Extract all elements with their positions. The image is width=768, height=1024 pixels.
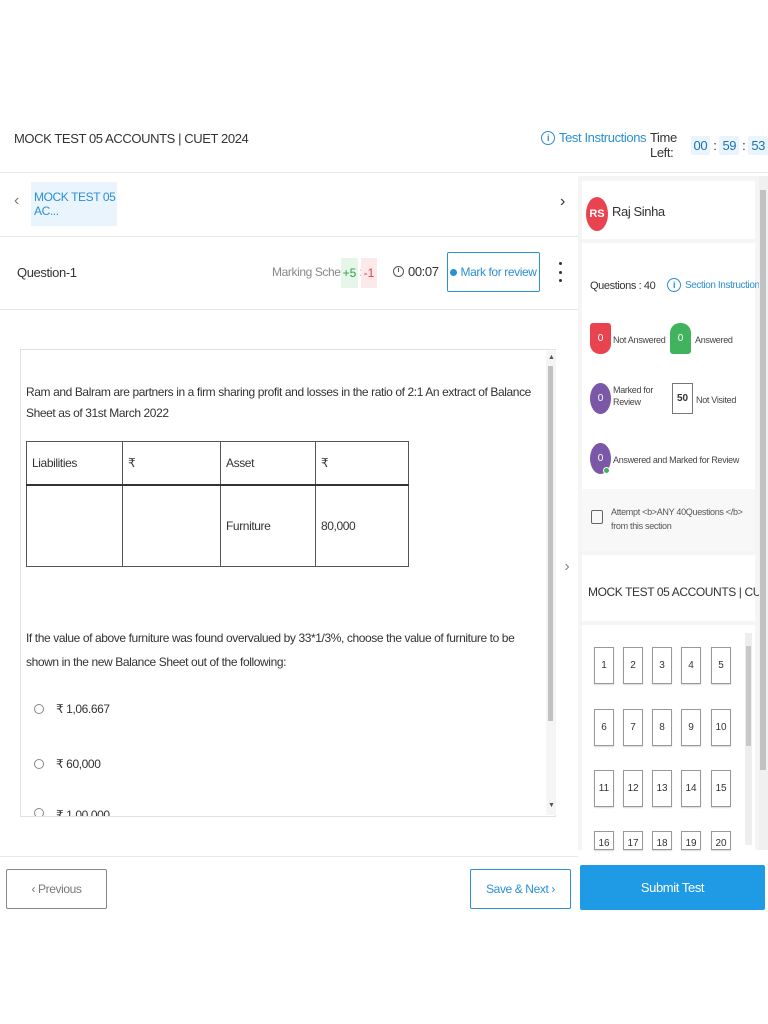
positive-marks: +5 [341, 258, 358, 288]
palette-question-button[interactable]: 9 [681, 709, 701, 746]
palette-question-button[interactable]: 12 [623, 770, 643, 807]
answered-dot-icon [603, 467, 610, 474]
question-prompt: If the value of above furniture was foun… [26, 631, 515, 669]
palette-question-button[interactable]: 17 [623, 831, 643, 850]
chevron-right-icon[interactable]: › [560, 193, 565, 211]
info-icon: i [667, 278, 681, 292]
balance-sheet-table: Liabilities ₹ Asset ₹ Furniture 80,000 [26, 441, 409, 567]
table-header: ₹ [122, 441, 221, 486]
palette-question-button[interactable]: 1 [594, 647, 614, 684]
palette-question-button[interactable]: 10 [711, 709, 731, 746]
previous-button[interactable]: ‹ Previous [6, 869, 107, 909]
table-header: Asset [220, 441, 316, 486]
palette-question-button[interactable]: 18 [652, 831, 672, 850]
palette-question-button[interactable]: 16 [594, 831, 614, 850]
question-timer-value: 00:07 [408, 264, 439, 279]
not-answered-label: Not Answered [613, 335, 666, 345]
palette-question-button[interactable]: 13 [652, 770, 672, 807]
palette-question-button[interactable]: 2 [623, 647, 643, 684]
table-header: ₹ [315, 441, 409, 486]
answered-marked-label: Answered and Marked for Review [613, 455, 740, 465]
scroll-up-icon[interactable]: ▲ [548, 354, 555, 361]
test-instructions-link[interactable]: i Test Instructions [541, 130, 647, 145]
option-label: ₹ 1,00,000 [56, 808, 110, 816]
answered-label: Answered [695, 335, 733, 345]
table-cell: 80,000 [315, 484, 409, 567]
time-left: Time Left: 00 : 59 : 53 [650, 130, 768, 160]
questions-count: Questions : 40 [590, 280, 656, 292]
more-options-icon[interactable] [556, 262, 564, 282]
tab-section[interactable]: MOCK TEST 05 AC... [31, 182, 117, 226]
palette-question-button[interactable]: 5 [711, 647, 731, 684]
test-instructions-label: Test Instructions [559, 130, 647, 145]
question-text: Ram and Balram are partners in a firm sh… [26, 385, 531, 420]
mark-for-review-label: Mark for review [460, 265, 537, 279]
palette-question-button[interactable]: 8 [652, 709, 672, 746]
table-cell [122, 484, 221, 567]
option-2[interactable]: ₹ 60,000 [34, 757, 101, 771]
answered-badge: 0 [670, 323, 691, 354]
collapse-panel-icon[interactable]: › [557, 552, 577, 582]
palette-question-button[interactable]: 4 [681, 647, 701, 684]
time-seconds: 53 [748, 135, 768, 155]
time-left-label: Time Left: [650, 130, 677, 160]
radio-button[interactable] [34, 759, 44, 769]
not-visited-label: Not Visited [696, 395, 737, 405]
table-row: Furniture 80,000 [26, 484, 409, 567]
negative-marks: -1 [361, 258, 377, 288]
avatar: RS [586, 197, 608, 231]
clock-icon [393, 266, 404, 277]
mark-for-review-button[interactable]: Mark for review [447, 252, 540, 292]
time-minutes: 59 [719, 135, 740, 155]
question-timer: 00:07 [393, 264, 439, 279]
user-card [582, 181, 755, 239]
info-icon: i [541, 130, 555, 145]
palette-question-button[interactable]: 20 [711, 831, 731, 850]
table-cell: Furniture [220, 484, 316, 567]
option-1[interactable]: ₹ 1,06.667 [34, 702, 110, 716]
bookmark-icon [450, 268, 458, 276]
palette-question-button[interactable]: 11 [594, 770, 614, 807]
chevron-right-icon: › [548, 882, 555, 896]
palette-section-name[interactable]: MOCK TEST 05 ACCOUNTS | CUET 2... [588, 585, 768, 599]
marked-for-review-badge: 0 [590, 383, 611, 414]
panel-scrollbar-thumb[interactable] [760, 190, 766, 770]
palette-question-button[interactable]: 15 [711, 770, 731, 807]
hand-pointer-icon [591, 510, 603, 524]
user-name: Raj Sinha [612, 204, 665, 219]
save-and-next-button[interactable]: Save & Next › [470, 869, 571, 909]
option-3[interactable]: ₹ 1,00,000 [34, 808, 110, 816]
test-title: MOCK TEST 05 ACCOUNTS | CUET 2024 [14, 131, 249, 146]
save-and-next-label: Save & Next [486, 882, 549, 896]
time-hours: 00 [690, 135, 711, 155]
option-label: ₹ 1,06.667 [56, 702, 110, 716]
palette-question-button[interactable]: 6 [594, 709, 614, 746]
radio-button[interactable] [34, 808, 44, 816]
time-separator: : [742, 137, 746, 153]
palette-question-button[interactable]: 3 [652, 647, 672, 684]
radio-button[interactable] [34, 704, 44, 714]
not-visited-badge: 50 [672, 383, 693, 414]
palette-question-button[interactable]: 14 [681, 770, 701, 807]
previous-label: Previous [38, 882, 82, 896]
palette-question-button[interactable]: 7 [623, 709, 643, 746]
attempt-note: Attempt <b>ANY 40Questions </b> from thi… [611, 507, 743, 531]
palette-scrollbar-thumb[interactable] [746, 646, 751, 746]
not-answered-badge: 0 [590, 323, 611, 354]
table-cell [26, 484, 123, 567]
marked-for-review-label: Marked for Review [613, 385, 654, 407]
submit-test-button[interactable]: Submit Test [580, 865, 765, 910]
question-number: Question-1 [17, 265, 77, 280]
scroll-down-icon[interactable]: ▼ [548, 802, 555, 809]
option-label: ₹ 60,000 [56, 757, 101, 771]
time-separator: : [713, 137, 717, 153]
question-scrollbar-thumb[interactable] [548, 366, 553, 721]
table-header: Liabilities [26, 441, 123, 486]
section-instructions-label: Section Instructions [685, 279, 765, 291]
chevron-left-icon[interactable]: ‹ [14, 192, 19, 210]
section-instructions-link[interactable]: i Section Instructions [667, 278, 765, 292]
palette-question-button[interactable]: 19 [681, 831, 701, 850]
